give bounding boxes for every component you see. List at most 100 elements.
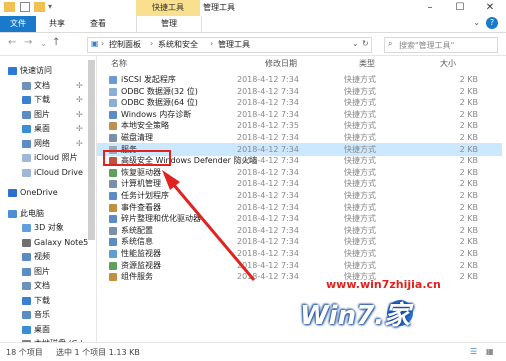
desktop-icon <box>22 125 31 133</box>
download-icon <box>22 96 31 104</box>
up-arrow-icon[interactable]: ↑ <box>52 37 60 48</box>
tab-share[interactable]: 共享 <box>36 16 78 32</box>
picture-icon <box>22 267 31 276</box>
new-folder-icon[interactable] <box>34 2 45 12</box>
nav-item-label: 桌面 <box>34 324 50 334</box>
shortcut-icon <box>109 110 117 119</box>
document-icon <box>22 282 31 290</box>
chevron-down-icon[interactable]: ⌄ <box>352 39 359 48</box>
search-placeholder: 搜索"管理工具" <box>399 41 455 50</box>
nav-item[interactable]: 下载 <box>0 294 96 308</box>
nav-item-label: 网络 <box>34 138 50 148</box>
nav-item-label: 图片 <box>34 266 50 276</box>
nav-item[interactable]: 此电脑 <box>0 207 96 221</box>
computer-icon <box>8 209 17 218</box>
tiles-view-icon[interactable]: ▦ <box>486 347 494 356</box>
help-icon[interactable]: ? <box>486 17 498 29</box>
nav-item[interactable]: 图片 <box>0 265 96 279</box>
recent-dropdown-icon[interactable]: ⌄ <box>40 39 47 48</box>
crumb-control-panel[interactable]: 控制面板 <box>109 39 141 50</box>
col-type[interactable]: 类型 <box>359 58 375 69</box>
tab-manage[interactable]: 管理 <box>136 16 202 32</box>
nav-item-label: 此电脑 <box>20 208 44 218</box>
chevron-right-icon: › <box>150 39 154 48</box>
shortcut-icon <box>109 238 117 247</box>
nav-item-label: 视频 <box>34 252 50 261</box>
item-count: 18 个项目 <box>6 348 43 357</box>
nav-item[interactable]: 桌面 <box>0 323 96 337</box>
picture-icon <box>22 110 31 119</box>
tab-file[interactable]: 文件 <box>0 16 36 32</box>
network-icon <box>22 139 31 148</box>
nav-item[interactable]: 文档 ✢ <box>0 79 96 93</box>
nav-item[interactable]: 桌面 ✢ <box>0 122 96 136</box>
selection-info: 选中 1 个项目 1.13 KB <box>56 348 140 357</box>
nav-item-label: 3D 对象 <box>34 223 64 232</box>
crumb-admin-tools[interactable]: 管理工具 <box>218 39 250 50</box>
nav-scrollbar[interactable] <box>88 60 95 240</box>
col-size[interactable]: 大小 <box>440 58 456 69</box>
desktop-icon <box>22 325 31 334</box>
pin-icon[interactable]: ✢ <box>76 79 83 93</box>
folder-icon <box>4 2 15 12</box>
maximize-button[interactable]: ☐ <box>446 0 474 16</box>
shortcut-icon <box>109 76 117 84</box>
shortcut-icon <box>109 203 117 212</box>
watermark-url: www.win7zhijia.cn <box>326 278 441 291</box>
nav-item[interactable]: 文档 <box>0 279 96 293</box>
navigation-pane: 快速访问 文档 ✢ 下载 ✢ 图片 ✢ 桌面 ✢ 网络 ✢ iCloud 照片 iCloud Drive… <box>0 56 97 342</box>
nav-item-label: 文档 <box>34 281 50 290</box>
nav-item[interactable]: Galaxy Note5 <box>0 236 96 250</box>
refresh-icon[interactable]: ↻ <box>362 39 369 48</box>
tab-view[interactable]: 查看 <box>78 16 118 32</box>
nav-item-label: 下载 <box>34 295 50 305</box>
nav-item[interactable]: 3D 对象 <box>0 221 96 235</box>
nav-item[interactable]: iCloud 照片 <box>0 151 96 165</box>
chevron-right-icon: › <box>101 39 105 48</box>
nav-item[interactable]: iCloud Drive <box>0 166 96 180</box>
pin-icon[interactable]: ✢ <box>76 108 83 122</box>
cloud-icon <box>22 154 31 162</box>
quick-access-dropdown-icon[interactable]: ▾ <box>48 2 59 12</box>
nav-item[interactable]: 音乐 <box>0 308 96 322</box>
nav-item-label: 桌面 <box>34 124 50 133</box>
col-date[interactable]: 修改日期 <box>265 58 297 69</box>
nav-item[interactable]: 视频 <box>0 250 96 264</box>
close-button[interactable]: ✕ <box>476 0 504 16</box>
back-arrow-icon[interactable]: ← <box>8 37 16 48</box>
search-input[interactable]: ⌕ 搜索"管理工具" <box>384 37 498 53</box>
shortcut-icon <box>109 192 117 200</box>
nav-item-label: 音乐 <box>34 310 50 319</box>
nav-item[interactable]: 下载 ✢ <box>0 93 96 107</box>
pin-icon[interactable]: ✢ <box>76 122 83 136</box>
red-arrow-annotation <box>162 170 256 281</box>
address-row: ← → ⌄ ↑ ▣ › 控制面板 › 系统和安全 › 管理工具 ⌄ ↻ ⌕ 搜索… <box>0 33 506 56</box>
window-title: 管理工具 <box>203 3 235 12</box>
shortcut-icon <box>109 273 117 282</box>
nav-item[interactable]: 网络 ✢ <box>0 137 96 151</box>
column-header: 名称 修改日期 类型 大小 <box>97 56 506 70</box>
nav-item-label: OneDrive <box>20 188 58 197</box>
pin-icon[interactable]: ✢ <box>76 137 83 151</box>
context-tab-header: 快捷工具 <box>136 0 200 16</box>
crumb-system-security[interactable]: 系统和安全 <box>158 39 198 50</box>
checkbox-icon[interactable] <box>20 2 30 12</box>
search-icon: ⌕ <box>388 39 393 48</box>
details-view-icon[interactable]: ☰ <box>470 347 477 356</box>
nav-item[interactable]: OneDrive <box>0 186 96 200</box>
status-bar: 18 个项目 选中 1 个项目 1.13 KB ☰ ▦ <box>0 342 506 361</box>
forward-arrow-icon[interactable]: → <box>24 37 32 48</box>
nav-item-label: 文档 <box>34 80 50 90</box>
nav-item[interactable]: 快速访问 <box>0 64 96 78</box>
chevron-down-icon[interactable]: ⌄ <box>473 18 480 27</box>
shortcut-icon <box>109 122 117 131</box>
minimize-button[interactable]: – <box>416 0 444 16</box>
breadcrumb[interactable]: ▣ › 控制面板 › 系统和安全 › 管理工具 ⌄ ↻ <box>87 37 372 53</box>
cloud-icon <box>22 168 31 177</box>
shortcut-icon <box>109 87 117 96</box>
col-name[interactable]: 名称 <box>111 58 127 69</box>
nav-item-label: Galaxy Note5 <box>34 237 89 247</box>
nav-item[interactable]: 图片 ✢ <box>0 108 96 122</box>
pin-icon[interactable]: ✢ <box>76 93 83 107</box>
shortcut-icon <box>109 180 117 189</box>
